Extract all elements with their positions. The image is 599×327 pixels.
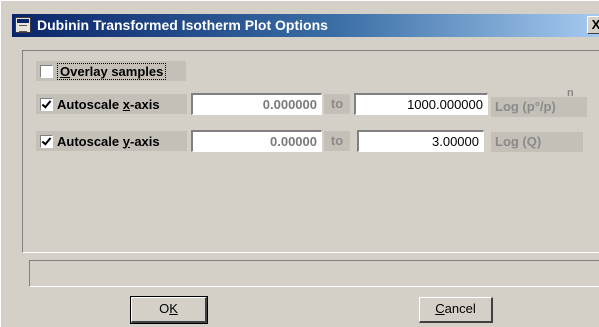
x-units-superscript: n xyxy=(567,87,574,99)
overlay-samples-box[interactable] xyxy=(40,64,53,78)
autoscale-x-checkbox[interactable]: Autoscale x-axis xyxy=(36,94,187,114)
cancel-button[interactable]: Cancel xyxy=(419,297,493,323)
y-units-label: Log (Q) xyxy=(491,132,583,152)
autoscale-y-box[interactable] xyxy=(40,134,53,148)
autoscale-y-checkbox[interactable]: Autoscale y-axis xyxy=(36,131,187,151)
overlay-samples-label: Overlay samples xyxy=(57,62,167,80)
x-to-label: to xyxy=(324,94,350,114)
window-title: Dubinin Transformed Isotherm Plot Option… xyxy=(37,17,328,33)
y-to-label: to xyxy=(324,131,350,151)
autoscale-x-label: Autoscale x-axis xyxy=(57,96,160,112)
autoscale-x-box[interactable] xyxy=(40,97,53,111)
x-units-label: Log (p°/p) xyxy=(491,97,587,117)
app-icon xyxy=(15,17,31,33)
status-bar xyxy=(29,260,599,287)
y-min-input[interactable]: 0.00000 xyxy=(191,130,322,152)
dialog-window: Dubinin Transformed Isotherm Plot Option… xyxy=(0,0,599,327)
title-bar[interactable]: Dubinin Transformed Isotherm Plot Option… xyxy=(12,14,599,37)
close-button[interactable]: X xyxy=(587,16,599,34)
x-max-input[interactable]: 1000.000000 xyxy=(354,93,488,115)
ok-button[interactable]: OK xyxy=(130,296,208,324)
overlay-samples-checkbox[interactable]: Overlay samples xyxy=(36,61,186,81)
y-max-input[interactable]: 3.00000 xyxy=(357,130,484,152)
autoscale-y-label: Autoscale y-axis xyxy=(57,133,160,149)
x-min-input[interactable]: 0.000000 xyxy=(191,93,322,115)
